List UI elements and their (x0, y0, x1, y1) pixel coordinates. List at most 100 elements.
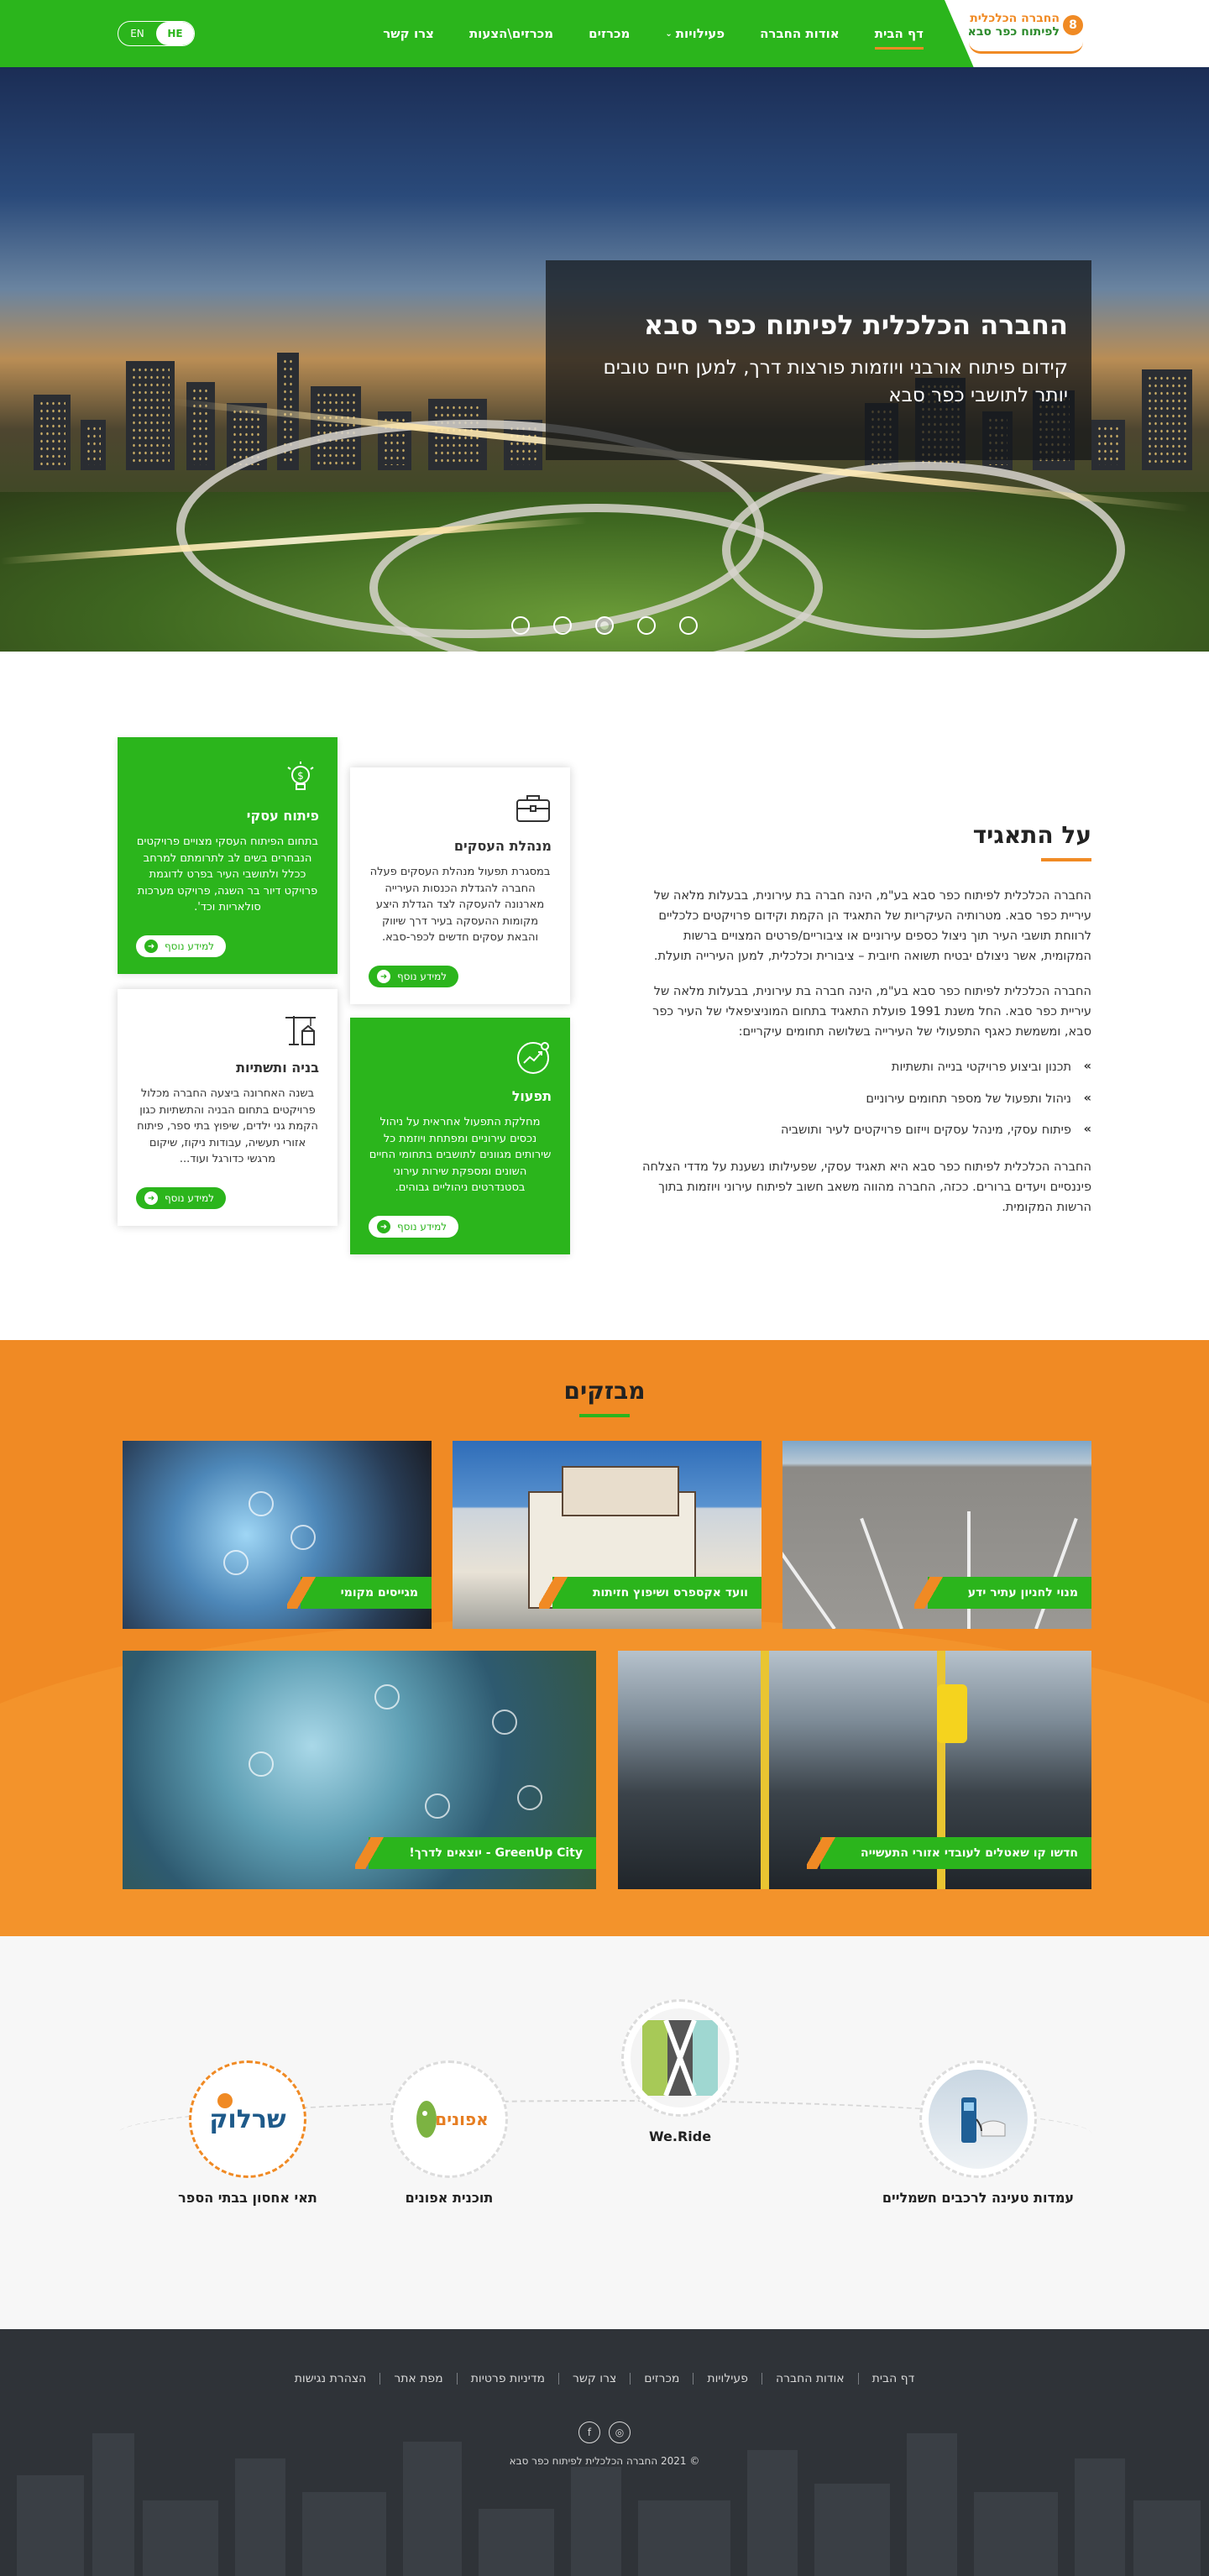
card-title: פיתוח עסקי (246, 808, 319, 824)
news-tile-shuttle[interactable]: חדשו קו שאטלים לעובדי אזורי התעשייה (618, 1651, 1091, 1889)
card-description: במסגרת תפעול מנהלת העסקים פעלה החברה להג… (369, 866, 551, 944)
footer-link-privacy[interactable]: מדיניות פרטיות (456, 2373, 558, 2385)
news-tile-greenup[interactable]: GreenUp City - יוצאים לדרך! (123, 1651, 596, 1889)
about-paragraph-2: החברה הכלכלית לפיתוח כפר סבא בע"מ, הינה … (652, 984, 1091, 1039)
news-tile-label: מגייסים מקומי (286, 1577, 432, 1609)
about-paragraph-3: החברה הכלכלית לפיתוח כפר סבא היא תאגיד ע… (642, 1160, 1091, 1215)
main-nav: דף הבית אודות החברה פעילויות ⌄ מכרזים מכר… (383, 0, 924, 67)
arrow-left-icon: ➜ (377, 1220, 390, 1233)
slider-dots (0, 616, 1209, 635)
nav-tenders-offers[interactable]: מכרזים\הצעות (469, 26, 553, 41)
copyright: © 2021 החברה הכלכלית לפיתוח כפר סבא (509, 2455, 700, 2467)
about-bullets: תכנון וביצוע פרויקטי בנייה ותשתיות ניהול… (630, 1057, 1091, 1142)
read-more-button[interactable]: ➜ למידע נוסף (136, 935, 227, 957)
footer-link-activities[interactable]: פעילויות (693, 2373, 762, 2385)
lightbulb-icon: $ (282, 759, 319, 796)
logo-swoosh (969, 42, 1083, 54)
card-business-dev: $ פיתוח עסקי בתחום הפיתוח העסקי מצויים פ… (118, 737, 338, 974)
card-construction: בניה ותשתיות בשנה האחרונה ביצעה החברה מכ… (118, 989, 338, 1226)
lang-he-button[interactable]: HE (156, 22, 194, 45)
slider-dot[interactable] (511, 616, 530, 635)
crane-icon (282, 1011, 319, 1048)
footer-link-home[interactable]: דף הבית (857, 2373, 929, 2385)
project-circle: אפונים (390, 2060, 508, 2178)
about-title: על התאגיד (972, 821, 1091, 849)
card-title: תפעול (511, 1088, 552, 1104)
card-business-directorate: מנהלת העסקים במסגרת תפעול מנהלת העסקים פ… (350, 767, 570, 1004)
slider-dot[interactable] (679, 616, 698, 635)
project-label: תאי אחסון בבתי הספר (178, 2190, 317, 2206)
footer-link-tenders[interactable]: מכרזים (630, 2373, 693, 2385)
project-school-lockers[interactable]: שרלוק תאי אחסון בבתי הספר (143, 2060, 353, 2206)
slider-dot[interactable] (637, 616, 656, 635)
news-tile-label: חדשו קו שאטלים לעובדי אזורי התעשייה (806, 1837, 1091, 1869)
title-underline (579, 1414, 630, 1417)
hero-title: החברה הכלכלית לפיתוח כפר סבא (643, 309, 1068, 341)
arrow-left-icon: ➜ (144, 1191, 158, 1205)
nav-contact[interactable]: צרו קשר (383, 26, 434, 41)
footer-link-about[interactable]: אודות החברה (761, 2373, 858, 2385)
logo-area: החברה הכלכלית לפיתוח כפר סבא 8 (945, 0, 1209, 67)
read-more-label: למידע נוסף (397, 1221, 447, 1233)
slider-dot[interactable] (553, 616, 572, 635)
instagram-icon[interactable]: ◎ (609, 2422, 631, 2443)
arrow-left-icon: ➜ (144, 940, 158, 953)
project-weride[interactable]: We.Ride (609, 1999, 751, 2144)
project-label: תוכנית אפונים (405, 2190, 494, 2206)
project-afunim[interactable]: אפונים תוכנית אפונים (378, 2060, 521, 2206)
arrow-left-icon: ➜ (377, 970, 390, 983)
sherlock-logo-icon: שרלוק (198, 2070, 297, 2169)
logo-line1: החברה הכלכלית (970, 12, 1060, 25)
read-more-button[interactable]: ➜ למידע נוסף (136, 1187, 227, 1209)
news-tile-facades[interactable]: וועד אקספרס ושיפוץ חזיתות (453, 1441, 762, 1629)
nav-activities-label: פעילויות (675, 26, 725, 41)
site-header: החברה הכלכלית לפיתוח כפר סבא 8 דף הבית א… (0, 0, 1209, 67)
footer-nav: דף הבית אודות החברה פעילויות מכרזים צרו … (0, 2373, 1209, 2385)
nav-tenders-offers-label: מכרזים\הצעות (468, 26, 554, 41)
site-logo[interactable]: החברה הכלכלית לפיתוח כפר סבא 8 (968, 12, 1083, 39)
footer-link-contact[interactable]: צרו קשר (558, 2373, 630, 2385)
card-description: בשנה האחרונה ביצעה החברה מכלול פרויקטים … (137, 1087, 318, 1165)
facebook-icon[interactable]: f (578, 2422, 600, 2443)
footer-link-sitemap[interactable]: מפת אתר (379, 2373, 456, 2385)
nav-tenders[interactable]: מכרזים (589, 26, 630, 41)
card-description: מחלקת התפעול אחראית על ניהול נכסים עירונ… (369, 1116, 552, 1194)
project-label: We.Ride (648, 2128, 712, 2144)
read-more-label: למידע נוסף (397, 971, 447, 982)
about-bullet: ניהול ותפעול של מספר תחומים עירוניים (630, 1089, 1091, 1110)
about-section: על התאגיד החברה הכלכלית לפיתוח כפר סבא ב… (0, 652, 1209, 1340)
read-more-button[interactable]: ➜ למידע נוסף (369, 1216, 459, 1238)
site-footer: דף הבית אודות החברה פעילויות מכרזים צרו … (0, 2329, 1209, 2576)
news-flash-title: מבזקים (563, 1377, 646, 1405)
logo-mark-icon: 8 (1063, 15, 1083, 36)
hero-slider: החברה הכלכלית לפיתוח כפר סבא קידום פיתוח… (0, 67, 1209, 652)
logo-line2: לפיתוח כפר סבא (967, 25, 1060, 39)
nav-home[interactable]: דף הבית (874, 26, 924, 50)
highway-loop (722, 462, 1125, 638)
news-tile-label: GreenUp City - יוצאים לדרך! (355, 1837, 596, 1869)
afunim-logo-text: אפונים (435, 2109, 488, 2129)
footer-link-accessibility[interactable]: הצהרת נגישות (281, 2373, 380, 2385)
social-links: f ◎ (0, 2422, 1209, 2443)
slider-dot-active[interactable] (595, 616, 614, 635)
news-flash-section: מבזקים מנוי לחניון עתיר ידע וועד אקספרס … (0, 1340, 1209, 1936)
read-more-button[interactable]: ➜ למידע נוסף (369, 966, 459, 987)
read-more-label: למידע נוסף (165, 940, 215, 952)
logo-text: החברה הכלכלית לפיתוח כפר סבא (968, 12, 1060, 39)
lang-en-button[interactable]: EN (118, 22, 156, 45)
news-tile-parking[interactable]: מנוי לחניון עתיר ידע (782, 1441, 1091, 1629)
nav-contact-label: צרו קשר (383, 26, 434, 41)
nav-activities[interactable]: פעילויות ⌄ (665, 26, 725, 41)
project-label: עמדות טעינה לרכבים חשמליים (882, 2190, 1075, 2206)
briefcase-icon (515, 789, 552, 826)
nav-about[interactable]: אודות החברה (760, 26, 840, 41)
about-paragraph-1: החברה הכלכלית לפיתוח כפר סבא בע"מ, הינה … (653, 889, 1091, 963)
hero-caption: החברה הכלכלית לפיתוח כפר סבא קידום פיתוח… (546, 260, 1091, 460)
project-ev-charging[interactable]: עמדות טעינה לרכבים חשמליים (865, 2060, 1091, 2206)
card-description: בתחום הפיתוח העסקי מצויים פרויקטים הנבחר… (136, 835, 319, 914)
about-bullet: פיתוח עסקי, מינהל עסקים וייזום פרויקטים … (630, 1120, 1091, 1141)
about-bullet: תכנון וביצוע פרויקטי בנייה ותשתיות (630, 1057, 1091, 1078)
projects-section: עמדות טעינה לרכבים חשמליים We.Ride אפוני… (0, 1936, 1209, 2329)
news-tile-recruiting[interactable]: מגייסים מקומי (123, 1441, 432, 1629)
nav-tenders-label: מכרזים (589, 26, 631, 41)
